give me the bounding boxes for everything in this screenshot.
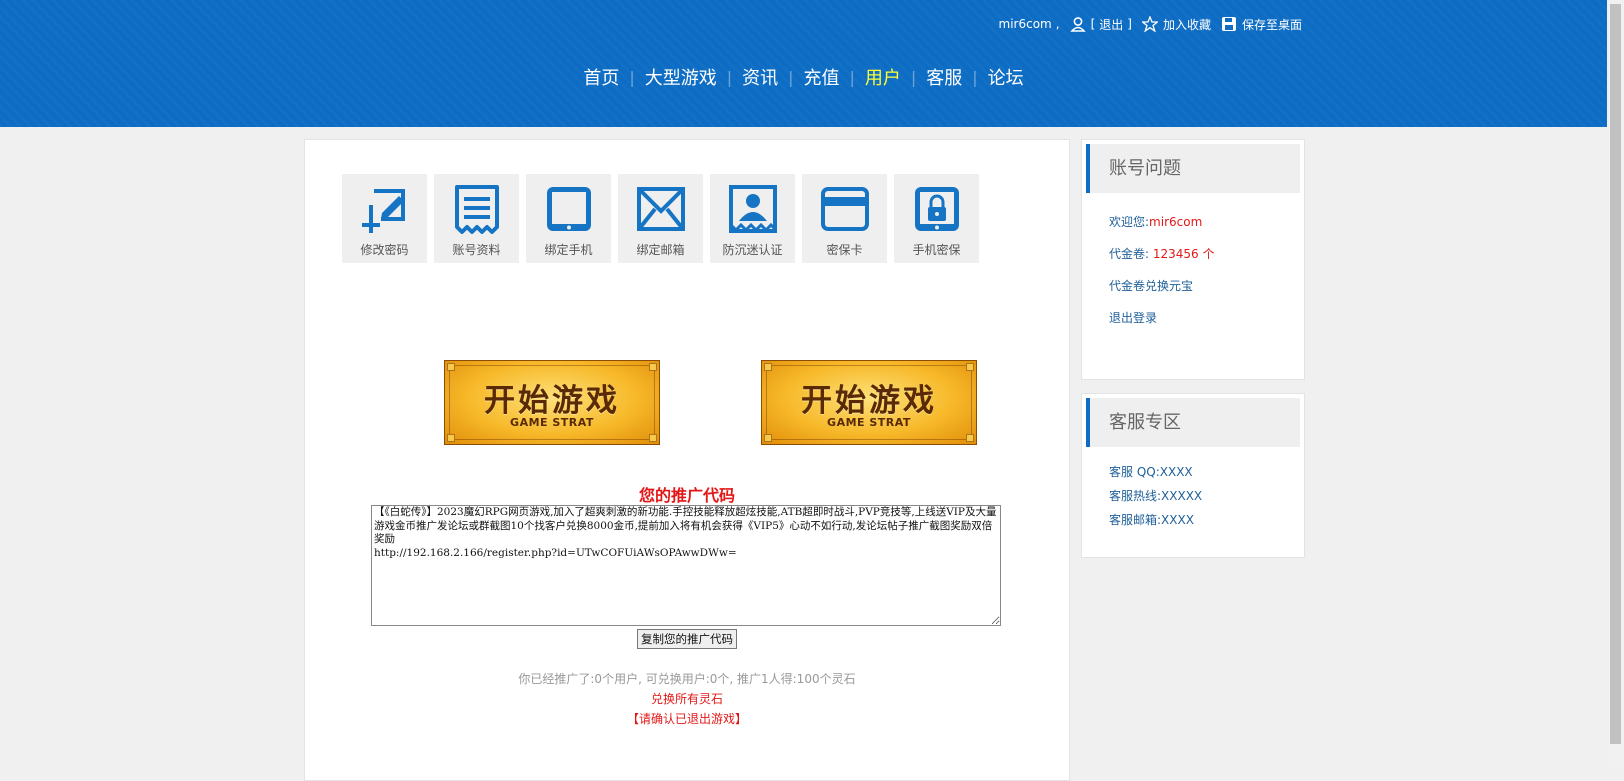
account-info-icon — [454, 185, 499, 234]
service-qq[interactable]: 客服 QQ:XXXX — [1109, 463, 1193, 480]
tile-label: 绑定邮箱 — [636, 243, 685, 257]
save-to-desktop-link[interactable]: 保存至桌面 — [1242, 16, 1302, 33]
promo-url: http://192.168.2.166/register.php?id=UTw… — [374, 546, 737, 559]
customer-service-panel: 客服专区 客服 QQ:XXXX 客服热线:XXXXX 客服邮箱:XXXX — [1081, 393, 1305, 558]
account-panel-title: 账号问题 — [1086, 144, 1300, 193]
top-user-bar: mir6com , [ 退出 ] 加入收藏 保存至桌面 — [999, 14, 1302, 34]
voucher-value: 123456 个 — [1152, 247, 1215, 261]
tile-label: 密保卡 — [826, 243, 863, 257]
welcome-label: 欢迎您: — [1109, 215, 1150, 229]
service-hotline[interactable]: 客服热线:XXXXX — [1109, 487, 1202, 504]
edit-password-icon — [361, 189, 405, 233]
start-game-button-2[interactable]: 开始游戏 GAME STRAT — [761, 360, 977, 445]
account-function-tiles: 修改密码 账号资料 绑定手机 绑定邮箱 防沉迷认证 密保卡 手机密保 — [342, 174, 979, 263]
start-game-title: 开始游戏 — [801, 383, 937, 419]
phone-lock-icon — [914, 187, 959, 231]
tile-anti-addiction[interactable]: 防沉迷认证 — [710, 174, 795, 263]
service-email[interactable]: 客服邮箱:XXXX — [1109, 511, 1194, 528]
nav-item-recharge[interactable]: 充值 — [794, 64, 850, 90]
service-panel-title: 客服专区 — [1086, 398, 1300, 447]
user-icon — [1069, 16, 1086, 32]
envelope-icon — [636, 187, 685, 231]
promo-stats: 你已经推广了:0个用户, 可兑换用户:0个, 推广1人得:100个灵石 — [518, 672, 856, 686]
username-text: mir6com — [998, 17, 1052, 31]
nav-item-games[interactable]: 大型游戏 — [635, 64, 727, 90]
user-center-panel: 修改密码 账号资料 绑定手机 绑定邮箱 防沉迷认证 密保卡 手机密保 开始游戏 … — [304, 139, 1070, 781]
tile-label: 修改密码 — [360, 243, 409, 257]
exchange-spirit-stones-link[interactable]: 兑换所有灵石 — [305, 690, 1069, 707]
voucher-label: 代金卷: — [1109, 247, 1153, 261]
start-game-button-1[interactable]: 开始游戏 GAME STRAT — [444, 360, 660, 445]
id-card-icon — [728, 185, 777, 233]
promo-text: 【《白蛇传》】2023魔幻RPG网页游戏,加入了超爽刺激的新功能.手控技能释放超… — [374, 506, 997, 545]
nav-item-user[interactable]: 用户 — [855, 64, 911, 90]
account-issues-panel: 账号问题 欢迎您:mir6com 代金卷: 123456 个 代金卷兑换元宝 退… — [1081, 139, 1305, 380]
main-nav: 首页 | 大型游戏 | 资讯 | 充值 | 用户 | 客服 | 论坛 — [0, 64, 1607, 90]
tile-bind-phone[interactable]: 绑定手机 — [526, 174, 611, 263]
tablet-icon — [546, 187, 591, 231]
top-logout-link[interactable]: 退出 — [1099, 16, 1123, 33]
page-scrollbar[interactable] — [1607, 0, 1624, 766]
nav-item-service[interactable]: 客服 — [916, 64, 972, 90]
start-game-subtitle: GAME STRAT — [510, 416, 594, 429]
star-icon — [1141, 16, 1158, 32]
voucher-exchange-link[interactable]: 代金卷兑换元宝 — [1109, 277, 1193, 294]
scrollbar-thumb[interactable] — [1610, 4, 1621, 744]
promo-code-textarea[interactable]: 【《白蛇传》】2023魔幻RPG网页游戏,加入了超爽刺激的新功能.手控技能释放超… — [371, 505, 1001, 626]
copy-promo-code-button[interactable]: 复制您的推广代码 — [637, 629, 737, 649]
tile-bind-email[interactable]: 绑定邮箱 — [618, 174, 703, 263]
tile-security-card[interactable]: 密保卡 — [802, 174, 887, 263]
add-favorite-link[interactable]: 加入收藏 — [1163, 16, 1211, 33]
nav-item-news[interactable]: 资讯 — [732, 64, 788, 90]
tile-label: 绑定手机 — [544, 243, 593, 257]
site-header: mir6com , [ 退出 ] 加入收藏 保存至桌面 首页 | 大型游戏 | … — [0, 0, 1607, 127]
save-disk-icon — [1221, 16, 1237, 32]
tile-label: 防沉迷认证 — [722, 243, 783, 257]
nav-item-forum[interactable]: 论坛 — [978, 64, 1034, 90]
security-card-icon — [820, 187, 869, 231]
logout-bracket-close: ] — [1127, 17, 1132, 31]
tile-phone-security[interactable]: 手机密保 — [894, 174, 979, 263]
tile-label: 账号资料 — [452, 243, 501, 257]
logout-bracket-open: [ — [1090, 17, 1096, 31]
logout-link[interactable]: 退出登录 — [1109, 309, 1157, 326]
welcome-username: mir6com — [1149, 215, 1203, 229]
tile-label: 手机密保 — [912, 243, 961, 257]
voucher-line: 代金卷: 123456 个 — [1109, 245, 1214, 262]
comma-text: , — [1055, 17, 1060, 31]
tile-account-info[interactable]: 账号资料 — [434, 174, 519, 263]
start-game-title: 开始游戏 — [484, 383, 620, 419]
confirm-exit-game-notice: 【请确认已退出游戏】 — [626, 712, 747, 726]
nav-item-home[interactable]: 首页 — [573, 64, 629, 90]
promo-code-title: 您的推广代码 — [638, 486, 735, 505]
start-game-subtitle: GAME STRAT — [827, 416, 911, 429]
welcome-line: 欢迎您:mir6com — [1109, 213, 1202, 230]
tile-change-password[interactable]: 修改密码 — [342, 174, 427, 263]
